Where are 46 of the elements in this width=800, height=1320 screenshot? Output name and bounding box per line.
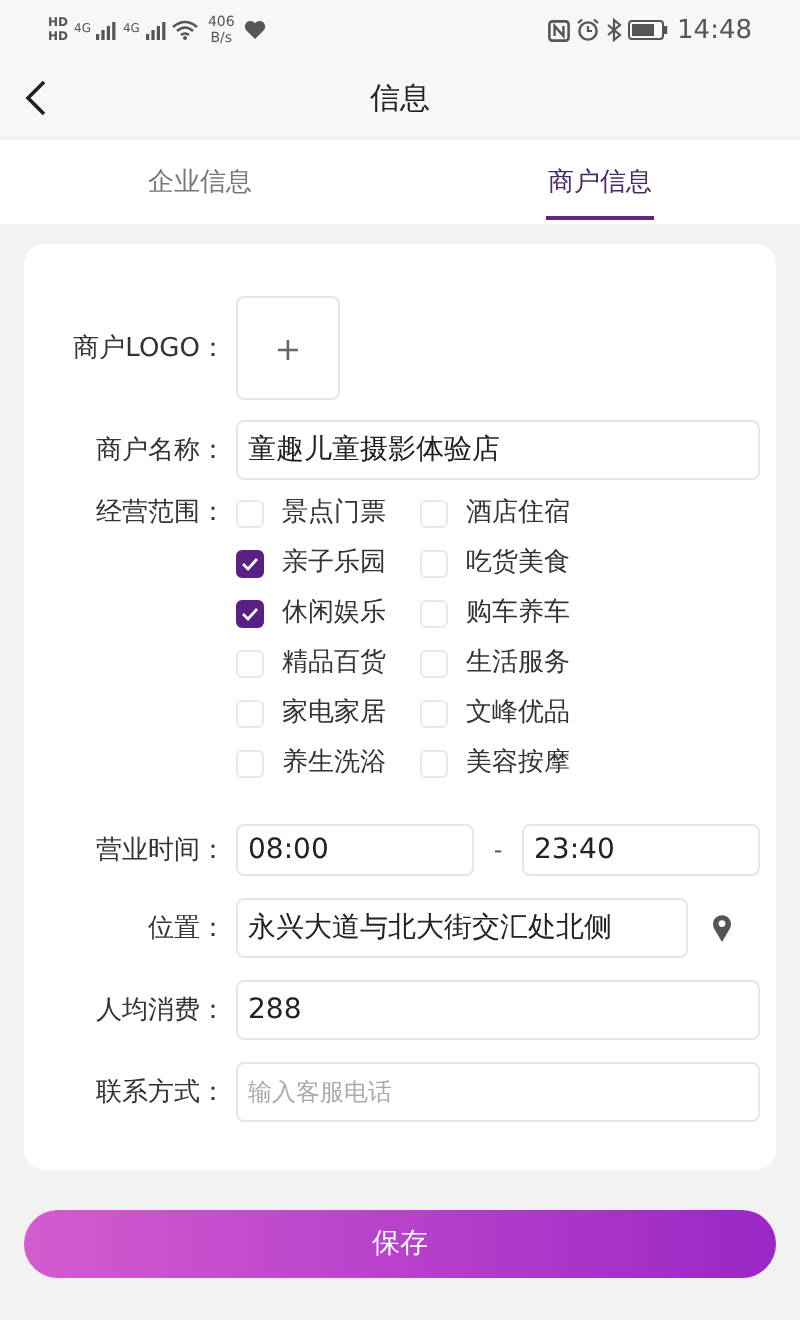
bluetooth-icon — [605, 18, 622, 42]
field-label: 商户LOGO： — [71, 332, 226, 366]
checkbox-label: 购车养车 — [466, 596, 570, 630]
clock-time: 14:48 — [677, 15, 752, 45]
field-label: 经营范围： — [94, 496, 226, 530]
contact-field[interactable]: 输入客服电话 — [236, 1062, 760, 1122]
start-time-field[interactable]: 08:00 — [236, 824, 474, 876]
page-title: 信息 — [370, 79, 430, 117]
location-field[interactable]: 永兴大道与北大街交汇处北侧 — [236, 898, 688, 958]
checkbox-label: 亲子乐园 — [282, 546, 386, 580]
checkbox-label: 吃货美食 — [466, 546, 570, 580]
checkbox-label: 酒店住宿 — [466, 496, 570, 530]
checkbox-label: 养生洗浴 — [282, 746, 386, 780]
field-label: 人均消费： — [94, 994, 226, 1028]
checkbox-label: 家电家居 — [282, 696, 386, 730]
heart-icon — [244, 20, 267, 40]
back-button[interactable] — [24, 80, 46, 116]
logo-upload-button[interactable]: + — [236, 296, 340, 400]
wifi-icon — [171, 20, 198, 40]
price-field[interactable]: 288 — [236, 980, 760, 1040]
location-pin-icon[interactable] — [712, 914, 732, 942]
tab[interactable]: 企业信息 — [0, 140, 400, 224]
signal-icon — [96, 21, 117, 39]
signal-icon — [145, 21, 166, 39]
tab[interactable]: 商户信息 — [400, 140, 800, 224]
field-label: 商户名称： — [94, 434, 226, 468]
end-time-field[interactable]: 23:40 — [522, 824, 760, 876]
checkbox[interactable] — [236, 599, 264, 627]
field-label: 营业时间： — [94, 834, 226, 868]
checkmark-icon — [240, 555, 260, 571]
field-label: 联系方式： — [94, 1076, 226, 1110]
nfc-icon — [547, 19, 570, 41]
checkbox-label: 生活服务 — [466, 646, 570, 680]
alarm-icon — [575, 18, 600, 42]
checkbox-label: 文峰优品 — [466, 696, 570, 730]
checkbox-label: 精品百货 — [282, 646, 386, 680]
checkmark-icon — [240, 605, 260, 621]
time-separator: - — [491, 836, 505, 864]
save-button[interactable]: 保存 — [24, 1210, 776, 1278]
checkbox-label: 休闲娱乐 — [282, 596, 386, 630]
checkbox[interactable] — [236, 549, 264, 577]
battery-icon — [627, 20, 668, 40]
field-label: 位置： — [146, 912, 226, 946]
checkbox-label: 美容按摩 — [466, 746, 570, 780]
checkbox-label: 景点门票 — [282, 496, 386, 530]
name-field[interactable]: 童趣儿童摄影体验店 — [236, 420, 760, 480]
